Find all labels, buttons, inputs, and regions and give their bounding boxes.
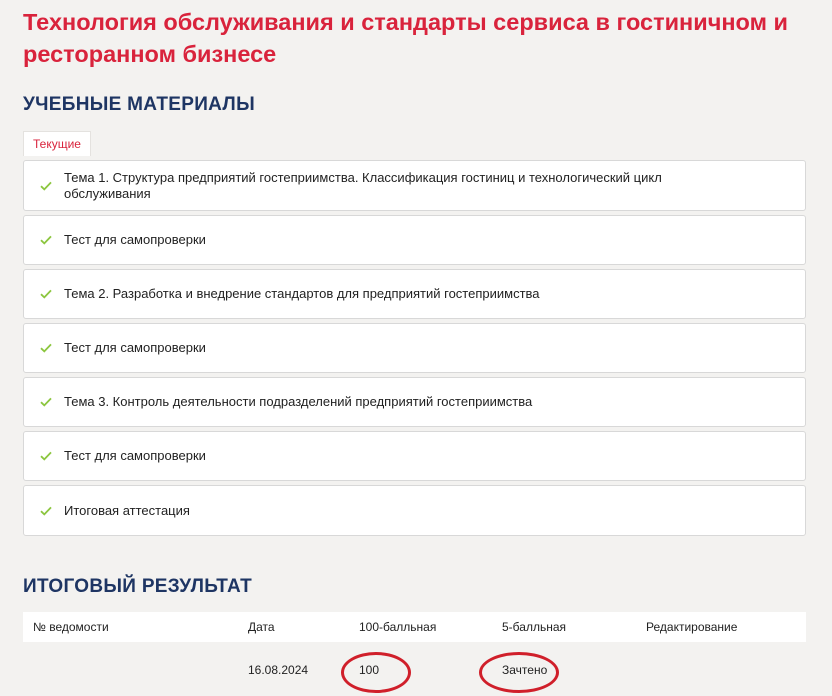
column-header-edit: Редактирование (646, 620, 738, 634)
result-table-header: № ведомости Дата 100-балльная 5-балльная… (23, 612, 806, 642)
result-heading: Итоговый результат (23, 576, 253, 597)
edit-cell (636, 642, 806, 696)
materials-tabs: Текущие (23, 131, 91, 156)
date-cell: 16.08.2024 (248, 663, 309, 677)
table-row: 16.08.2024 100 Зачтено (23, 642, 806, 696)
check-icon (40, 289, 52, 299)
material-item-final-attestation[interactable]: Итоговая аттестация (23, 485, 806, 536)
material-item-label: Тест для самопроверки (64, 448, 206, 463)
material-item-test-3[interactable]: Тест для самопроверки (23, 431, 806, 481)
tab-current[interactable]: Текущие (23, 131, 91, 156)
column-header-score-100: 100-балльная (359, 620, 437, 634)
column-header-date: Дата (248, 620, 275, 634)
material-item-test-2[interactable]: Тест для самопроверки (23, 323, 806, 373)
material-item-label: Итоговая аттестация (64, 502, 190, 518)
material-item-label: Тема 2. Разработка и внедрение стандарто… (64, 286, 540, 301)
material-item-topic-3[interactable]: Тема 3. Контроль деятельности подразделе… (23, 377, 806, 427)
material-item-topic-1[interactable]: Тема 1. Структура предприятий гостеприим… (23, 160, 806, 211)
score-5-cell: Зачтено (479, 642, 636, 696)
check-icon (40, 181, 52, 191)
column-header-score-5: 5-балльная (502, 620, 566, 634)
material-item-label: Тест для самопроверки (64, 232, 206, 247)
check-icon (40, 397, 52, 407)
check-icon (40, 235, 52, 245)
statement-no-cell (23, 642, 238, 696)
material-item-topic-2[interactable]: Тема 2. Разработка и внедрение стандарто… (23, 269, 806, 319)
material-item-label: Тема 3. Контроль деятельности подразделе… (64, 394, 533, 409)
course-page: Технология обслуживания и стандарты серв… (0, 0, 832, 696)
check-icon (40, 506, 52, 516)
course-title: Технология обслуживания и стандарты серв… (23, 9, 788, 67)
materials-heading: Учебные материалы (23, 94, 255, 115)
score-5-value: Зачтено (502, 663, 548, 677)
materials-list: Тема 1. Структура предприятий гостеприим… (23, 160, 806, 540)
score-100-value: 100 (359, 663, 380, 677)
score-100-cell: 100 (341, 642, 492, 696)
material-item-test-1[interactable]: Тест для самопроверки (23, 215, 806, 265)
check-icon (40, 343, 52, 353)
column-header-statement-no: № ведомости (33, 620, 109, 634)
material-item-label: Тест для самопроверки (64, 340, 206, 355)
check-icon (40, 451, 52, 461)
material-item-label: Тема 1. Структура предприятий гостеприим… (64, 169, 662, 201)
result-table: № ведомости Дата 100-балльная 5-балльная… (23, 612, 806, 696)
